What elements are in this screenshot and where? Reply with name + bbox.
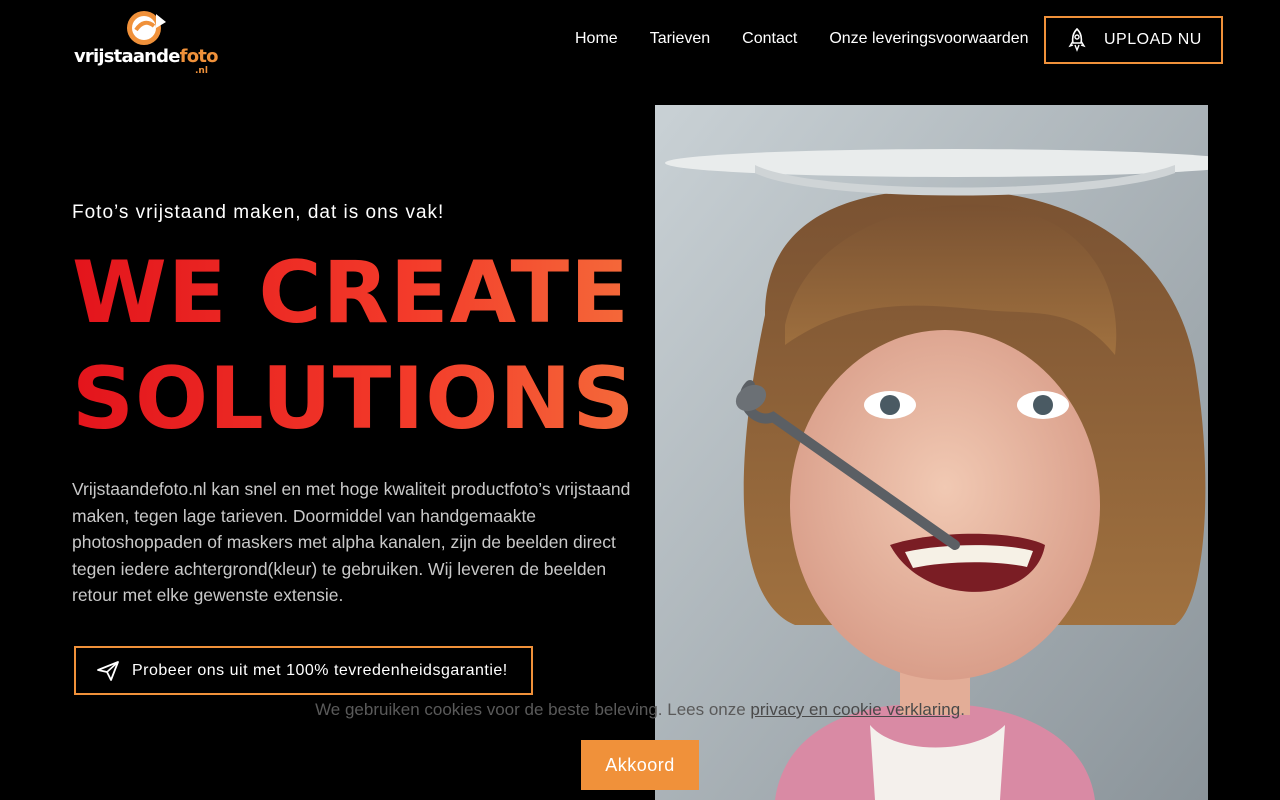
cta-label: Probeer ons uit met 100% tevredenheidsga… bbox=[132, 661, 508, 679]
privacy-cookie-link[interactable]: privacy en cookie verklaring bbox=[750, 700, 960, 719]
logo-tld: .nl bbox=[195, 66, 208, 76]
hero-headline: WE CREATE SOLUTIONS bbox=[72, 240, 635, 452]
rocket-icon bbox=[1068, 28, 1086, 52]
upload-now-button[interactable]: UPLOAD NU bbox=[1044, 16, 1223, 64]
paper-plane-icon bbox=[97, 660, 119, 681]
try-us-cta-button[interactable]: Probeer ons uit met 100% tevredenheidsga… bbox=[74, 646, 533, 695]
hero-photo bbox=[655, 105, 1208, 800]
hero-tagline: Foto’s vrijstaand maken, dat is ons vak! bbox=[72, 202, 445, 223]
logo-camera-icon bbox=[127, 11, 166, 45]
hero-description: Vrijstaandefoto.nl kan snel en met hoge … bbox=[72, 479, 631, 606]
main-nav: Home Tarieven Contact Onze leveringsvoor… bbox=[575, 30, 1029, 50]
nav-home[interactable]: Home bbox=[575, 30, 618, 50]
headline-line-2: SOLUTIONS bbox=[72, 349, 636, 449]
cookie-text: We gebruiken cookies voor de beste belev… bbox=[315, 700, 751, 719]
upload-now-label: UPLOAD NU bbox=[1104, 31, 1202, 48]
headline-line-1: WE CREATE bbox=[72, 243, 630, 343]
site-logo[interactable]: vrijstaandefoto .nl bbox=[74, 8, 224, 76]
nav-contact[interactable]: Contact bbox=[742, 30, 797, 50]
nav-leveringsvoorwaarden[interactable]: Onze leveringsvoorwaarden bbox=[829, 30, 1028, 50]
accept-cookies-button[interactable]: Akkoord bbox=[581, 740, 699, 790]
girl-with-spoon-image bbox=[655, 105, 1208, 800]
cookie-notice: We gebruiken cookies voor de beste belev… bbox=[0, 700, 1280, 720]
nav-tarieven[interactable]: Tarieven bbox=[650, 30, 710, 50]
logo-wordmark: vrijstaandefoto bbox=[74, 46, 218, 67]
cookie-text-end: . bbox=[960, 700, 965, 719]
